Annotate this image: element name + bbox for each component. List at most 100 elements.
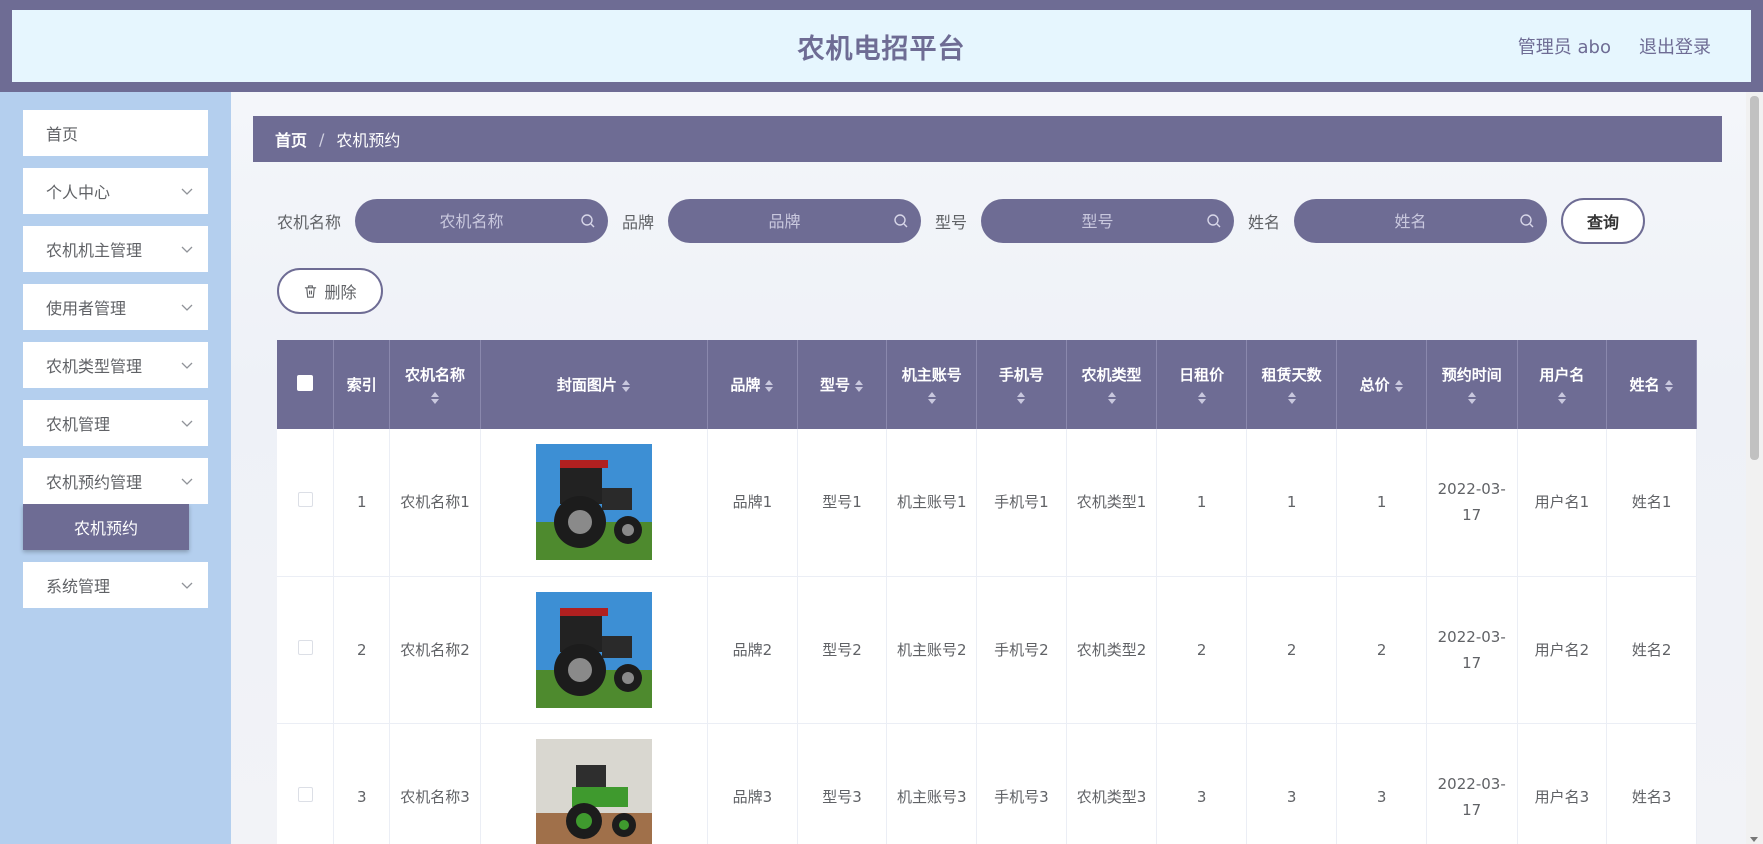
scroll-down-icon[interactable] [1750, 837, 1758, 842]
cell-user: 用户名2 [1517, 576, 1608, 724]
search-icon [1520, 214, 1534, 228]
search-input-brand[interactable] [668, 199, 922, 243]
cell-brand: 品牌2 [707, 576, 798, 724]
user-label: 管理员 abo [1517, 37, 1611, 58]
sort-icon[interactable] [1557, 391, 1567, 405]
query-button[interactable]: 查询 [1561, 198, 1646, 244]
breadcrumb-current: 农机预约 [336, 131, 401, 150]
column-header[interactable]: 机主账号 [886, 340, 978, 429]
page-scrollbar[interactable] [1746, 92, 1763, 844]
search-label-realname: 姓名 [1248, 213, 1281, 232]
sort-icon[interactable] [854, 379, 864, 393]
sidebar-item-label: 农机机主管理 [46, 241, 143, 260]
cell-time: 2022-03-17 [1426, 576, 1518, 724]
main-content: 首页 / 农机预约 农机名称 品牌 型号 姓名 查询 删除 [231, 92, 1746, 844]
search-label-brand: 品牌 [622, 213, 655, 232]
column-header[interactable]: 日租价 [1156, 340, 1247, 429]
sort-icon[interactable] [927, 391, 937, 405]
search-input-realname[interactable] [1294, 199, 1548, 243]
breadcrumb-home[interactable]: 首页 [275, 127, 307, 151]
cell-type: 农机类型2 [1066, 576, 1158, 724]
cell-model: 型号3 [797, 723, 888, 844]
sidebar-item-user-management[interactable]: 使用者管理 [23, 284, 208, 330]
delete-button[interactable]: 删除 [277, 268, 383, 314]
row-select-cell[interactable] [277, 429, 335, 577]
chevron-down-icon [181, 478, 193, 485]
row-checkbox[interactable] [297, 786, 313, 802]
cell-total: 2 [1336, 576, 1427, 724]
column-header[interactable]: 租赁天数 [1246, 340, 1338, 429]
column-header[interactable]: 用户名 [1517, 340, 1608, 429]
column-header[interactable]: 农机类型 [1066, 340, 1158, 429]
row-select-cell[interactable] [277, 576, 335, 724]
cell-phone: 手机号2 [976, 576, 1067, 724]
column-header[interactable]: 姓名 [1606, 340, 1697, 429]
sidebar-item-type-management[interactable]: 农机类型管理 [23, 342, 208, 388]
cell-daily: 2 [1156, 576, 1247, 724]
sidebar-item-owner-management[interactable]: 农机机主管理 [23, 226, 208, 272]
tractor-image[interactable] [535, 738, 652, 844]
cell-total: 3 [1336, 723, 1427, 844]
cell-phone: 手机号3 [976, 723, 1067, 844]
breadcrumb-separator: / [319, 129, 325, 149]
chevron-down-icon [181, 420, 193, 427]
sidebar-item-label: 使用者管理 [46, 299, 127, 318]
sidebar-subitem-reservation[interactable]: 农机预约 [23, 504, 189, 550]
logout-link[interactable]: 退出登录 [1639, 33, 1711, 59]
search-input-name[interactable] [355, 199, 609, 243]
cell-model: 型号1 [797, 429, 888, 577]
search-field-realname [1294, 199, 1548, 243]
cell-index: 3 [333, 723, 391, 844]
column-header[interactable]: 农机名称 [389, 340, 481, 429]
sidebar-item-label: 个人中心 [46, 183, 111, 202]
sidebar-item-personal-center[interactable]: 个人中心 [23, 168, 208, 214]
sidebar-item-label: 农机管理 [46, 415, 111, 434]
sort-icon[interactable] [621, 379, 631, 393]
sort-icon[interactable] [764, 379, 774, 393]
row-checkbox[interactable] [297, 492, 313, 508]
sort-icon[interactable] [1394, 379, 1404, 393]
cell-name: 农机名称2 [389, 576, 481, 724]
sort-icon[interactable] [430, 391, 440, 405]
sort-icon[interactable] [1287, 391, 1297, 405]
cell-owner: 机主账号2 [886, 576, 978, 724]
sort-icon[interactable] [1197, 391, 1207, 405]
header-select-all[interactable] [277, 340, 335, 429]
search-label-model: 型号 [935, 213, 968, 232]
cell-type: 农机类型3 [1066, 723, 1158, 844]
tractor-image[interactable] [535, 591, 652, 708]
select-all-checkbox[interactable] [297, 374, 314, 391]
chevron-down-icon [181, 582, 193, 589]
column-header[interactable]: 品牌 [707, 340, 798, 429]
sort-icon[interactable] [1107, 391, 1117, 405]
column-header[interactable]: 预约时间 [1426, 340, 1518, 429]
search-input-model[interactable] [981, 199, 1235, 243]
column-header: 索引 [333, 340, 391, 429]
cell-user: 用户名3 [1517, 723, 1608, 844]
tractor-image[interactable] [535, 444, 652, 561]
chevron-down-icon [181, 246, 193, 253]
cell-model: 型号2 [797, 576, 888, 724]
cell-time: 2022-03-17 [1426, 429, 1518, 577]
column-header[interactable]: 封面图片 [480, 340, 709, 429]
sidebar-item-home[interactable]: 首页 [23, 110, 208, 156]
scrollbar-thumb[interactable] [1750, 96, 1759, 460]
sort-icon[interactable] [1664, 379, 1674, 393]
sort-icon[interactable] [1467, 391, 1477, 405]
row-select-cell[interactable] [277, 723, 335, 844]
column-header[interactable]: 型号 [797, 340, 888, 429]
sort-icon[interactable] [1016, 391, 1026, 405]
column-header[interactable]: 手机号 [976, 340, 1067, 429]
sidebar-item-system-management[interactable]: 系统管理 [23, 562, 208, 608]
chevron-down-icon [181, 188, 193, 195]
chevron-down-icon [181, 304, 193, 311]
cell-realname: 姓名2 [1606, 576, 1697, 724]
sidebar-item-machine-management[interactable]: 农机管理 [23, 400, 208, 446]
header-user-area: 管理员 abo 退出登录 [1518, 10, 1711, 82]
cell-daily: 1 [1156, 429, 1247, 577]
sidebar-item-reservation-management[interactable]: 农机预约管理 [23, 458, 208, 504]
column-header[interactable]: 总价 [1336, 340, 1427, 429]
header-bar: 农机电招平台 管理员 abo 退出登录 [12, 10, 1751, 82]
row-checkbox[interactable] [297, 639, 313, 655]
search-icon [1207, 214, 1221, 228]
